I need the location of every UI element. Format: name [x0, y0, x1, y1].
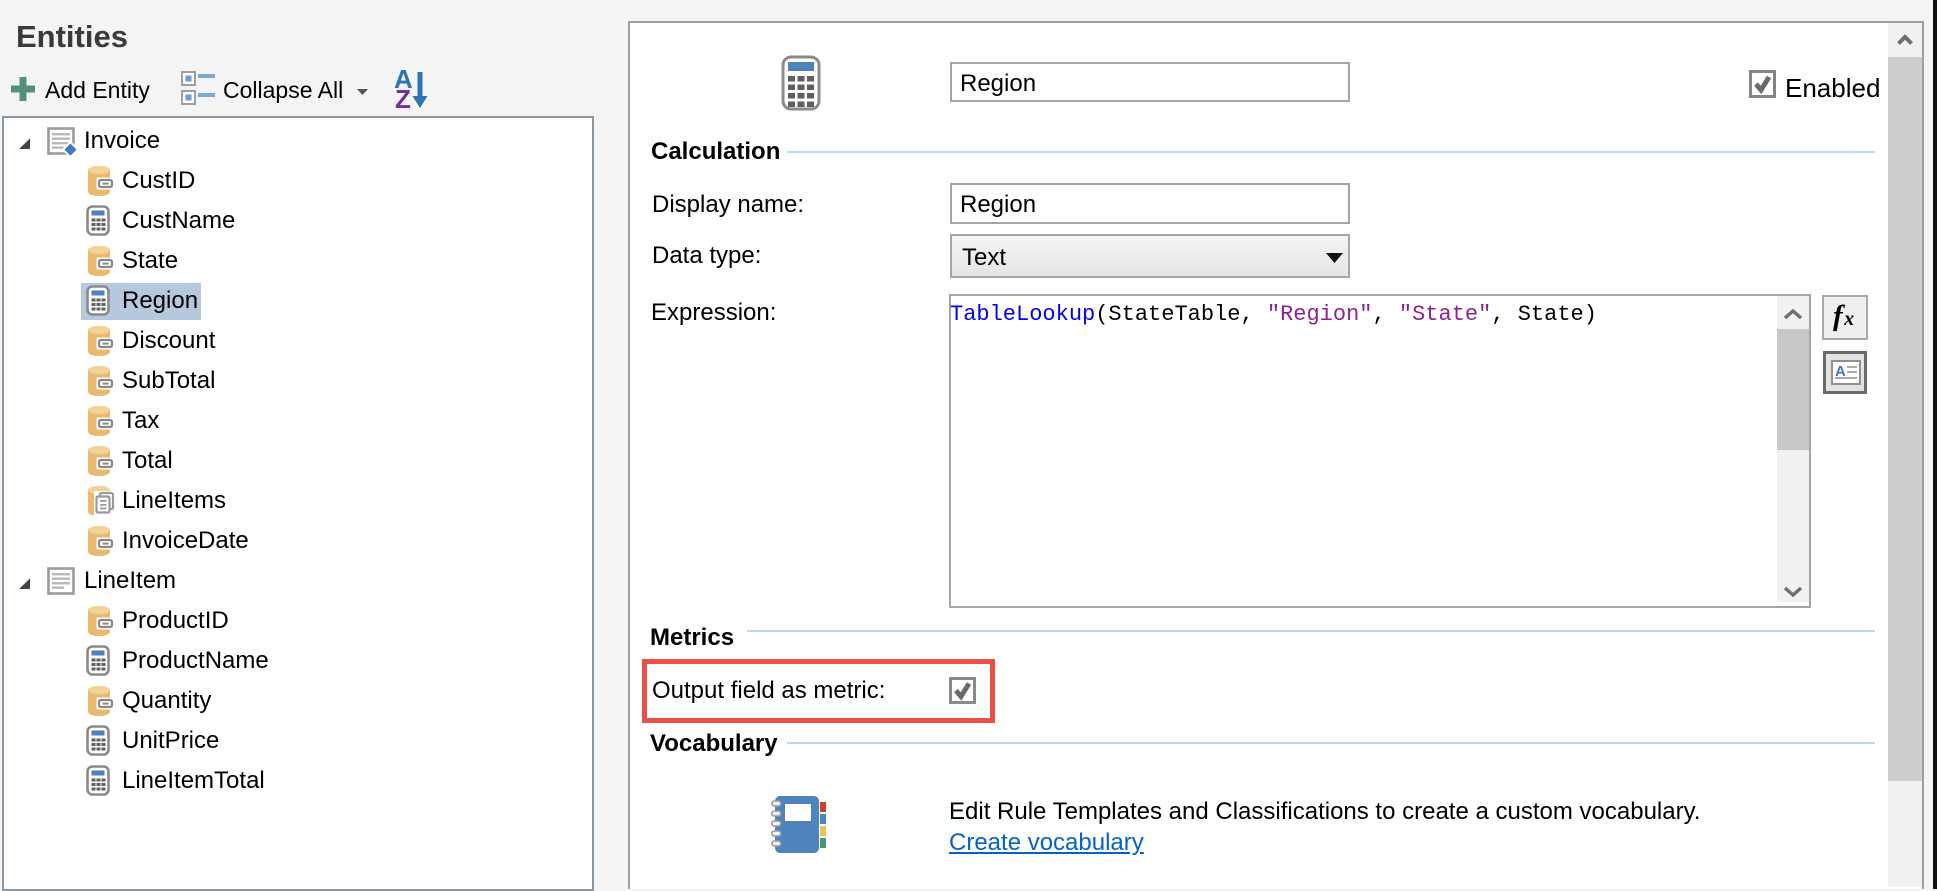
- svg-text:Z: Z: [395, 84, 411, 114]
